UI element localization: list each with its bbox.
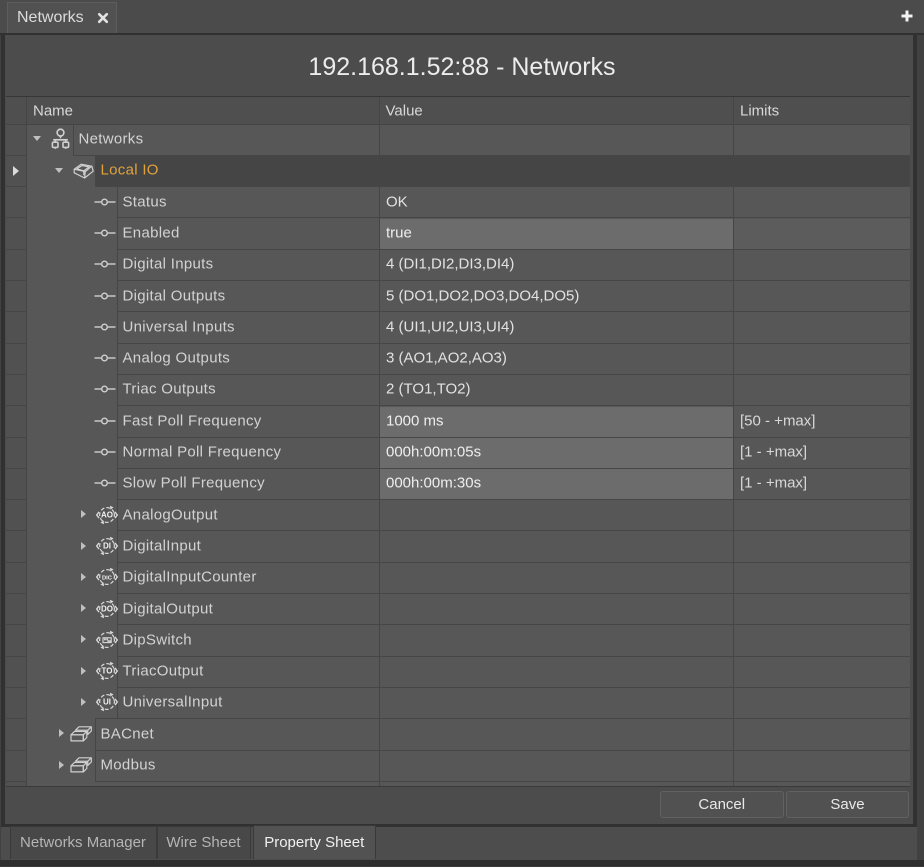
svg-text:DI: DI: [103, 542, 111, 551]
svg-text:AO: AO: [101, 510, 113, 519]
svg-text:DIC: DIC: [102, 576, 113, 582]
svg-text:UI: UI: [103, 698, 111, 707]
svg-text:TO: TO: [101, 667, 112, 676]
svg-text:DO: DO: [101, 604, 113, 613]
